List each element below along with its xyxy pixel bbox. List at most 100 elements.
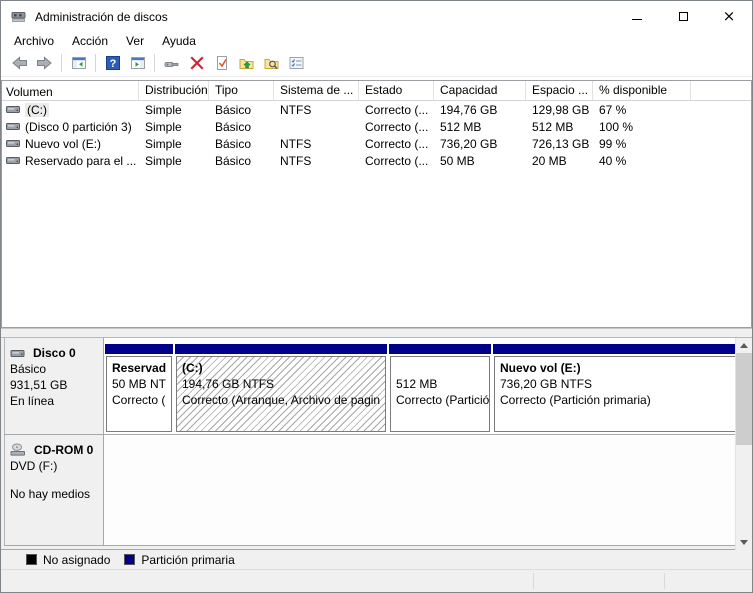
cdrom-status: No hay medios [10,487,91,501]
menu-bar: Archivo Acción Ver Ayuda [1,32,752,49]
partition-color-bar [493,344,737,354]
menu-accion[interactable]: Acción [63,33,117,49]
cell-distribucion: Simple [145,102,182,117]
volume-list-pane: Volumen Distribución Tipo Sistema de ...… [1,80,752,328]
volume-row-e[interactable]: Nuevo vol (E:) Simple Básico NTFS Correc… [2,135,751,152]
scrollbar-track[interactable] [735,353,752,535]
scroll-up-button[interactable] [735,338,752,353]
close-icon: × [722,7,736,25]
check-document-button[interactable] [210,52,233,74]
disk0-type: Básico [10,362,47,376]
column-header-disponible[interactable]: % disponible [593,81,691,100]
scrollbar-thumb[interactable] [735,353,752,445]
volume-row-particion3[interactable]: (Disco 0 partición 3) Simple Básico Corr… [2,118,751,135]
column-header-filler [691,81,751,100]
cell-distribucion: Simple [145,136,182,151]
back-button[interactable] [8,52,31,74]
cdrom-icon [10,443,26,457]
cell-tipo: Básico [215,136,252,151]
partition-size: 50 MB NT [112,377,167,391]
volume-row-reservado[interactable]: Reservado para el ... Simple Básico NTFS… [2,152,751,169]
volume-icon [6,105,20,114]
menu-ayuda[interactable]: Ayuda [153,33,205,49]
volume-icon [6,122,20,131]
volume-name: Reservado para el ... [25,153,137,168]
partition-status: Correcto ( [112,393,166,407]
help-icon: ? [105,55,120,70]
partition-color-bar [389,344,491,354]
unallocated-color-swatch [26,554,37,565]
cdrom-row: CD-ROM 0 DVD (F:) No hay medios [4,435,735,546]
cell-capacidad: 194,76 GB [440,102,498,117]
volume-icon [6,156,20,165]
maximize-button[interactable] [660,1,706,32]
cell-espacio: 512 MB [532,119,574,134]
toolbar-separator [61,53,62,72]
cell-estado: Correcto (... [365,153,429,168]
properties-list-button[interactable] [285,52,308,74]
column-header-capacidad[interactable]: Capacidad [434,81,526,100]
cell-capacidad: 512 MB [440,119,482,134]
cell-tipo: Básico [215,102,252,117]
pane-splitter[interactable] [1,328,752,337]
column-header-tipo[interactable]: Tipo [209,81,274,100]
forward-button[interactable] [33,52,56,74]
scroll-up-icon [740,343,748,348]
volume-name: (Disco 0 partición 3) [25,119,132,134]
column-header-espacio[interactable]: Espacio ... [526,81,593,100]
help-button[interactable]: ? [101,52,124,74]
vertical-scrollbar [735,338,752,550]
show-action-pane-button[interactable] [126,52,149,74]
menu-archivo[interactable]: Archivo [5,33,63,49]
column-header-volumen[interactable]: Volumen [2,81,139,100]
folder-search-button[interactable] [260,52,283,74]
cell-espacio: 726,13 GB [532,136,590,151]
cell-sistema: NTFS [280,102,312,117]
partition-status: Correcto (Partición primaria) [500,393,651,407]
cell-espacio: 129,98 GB [532,102,590,117]
cell-capacidad: 736,20 GB [440,136,498,151]
svg-text:?: ? [109,58,116,70]
partition-512mb[interactable]: 512 MB Correcto (Partició [389,344,491,432]
tools-button[interactable] [160,52,183,74]
cdrom-label[interactable]: CD-ROM 0 DVD (F:) No hay medios [4,435,104,545]
column-header-estado[interactable]: Estado [359,81,434,100]
minimize-button[interactable] [614,1,660,32]
partition-c[interactable]: (C:) 194,76 GB NTFS Correcto (Arranque, … [175,344,387,432]
cell-disponible: 67 % [599,102,627,117]
scroll-down-button[interactable] [735,535,752,550]
console-tree-icon [71,56,86,69]
cdrom-media-area[interactable] [104,435,735,545]
partition-reservado[interactable]: Reservad 50 MB NT Correcto ( [105,344,173,432]
toolbar-separator [154,53,155,72]
disk0-name: Disco 0 [33,346,76,360]
column-header-sistema[interactable]: Sistema de ... [274,81,359,100]
partition-e[interactable]: Nuevo vol (E:) 736,20 GB NTFS Correcto (… [493,344,737,432]
show-console-tree-button[interactable] [67,52,90,74]
cell-distribucion: Simple [145,153,182,168]
partition-size: 512 MB [396,377,438,391]
app-icon [11,10,27,24]
maximize-icon [678,12,688,21]
forward-icon [37,55,52,70]
legend-unallocated: No asignado [26,553,110,567]
disk0-size: 931,51 GB [10,378,68,392]
folder-up-button[interactable] [235,52,258,74]
volume-row-c[interactable]: (C:) Simple Básico NTFS Correcto (... 19… [2,101,751,118]
close-button[interactable]: × [706,1,752,32]
cell-disponible: 100 % [599,119,634,134]
cell-disponible: 99 % [599,136,627,151]
cell-sistema: NTFS [280,153,312,168]
cdrom-type: DVD (F:) [10,459,58,473]
cell-capacidad: 50 MB [440,153,475,168]
cell-disponible: 40 % [599,153,627,168]
column-header-distribucion[interactable]: Distribución [139,81,209,100]
delete-button[interactable] [185,52,208,74]
action-pane-icon [130,56,145,69]
partition-name: Nuevo vol (E:) [500,361,581,375]
disk0-label[interactable]: Disco 0 Básico 931,51 GB En línea [4,338,104,434]
toolbar-separator [95,53,96,72]
legend-label: Partición primaria [141,552,235,567]
menu-ver[interactable]: Ver [117,33,153,49]
cell-distribucion: Simple [145,119,182,134]
